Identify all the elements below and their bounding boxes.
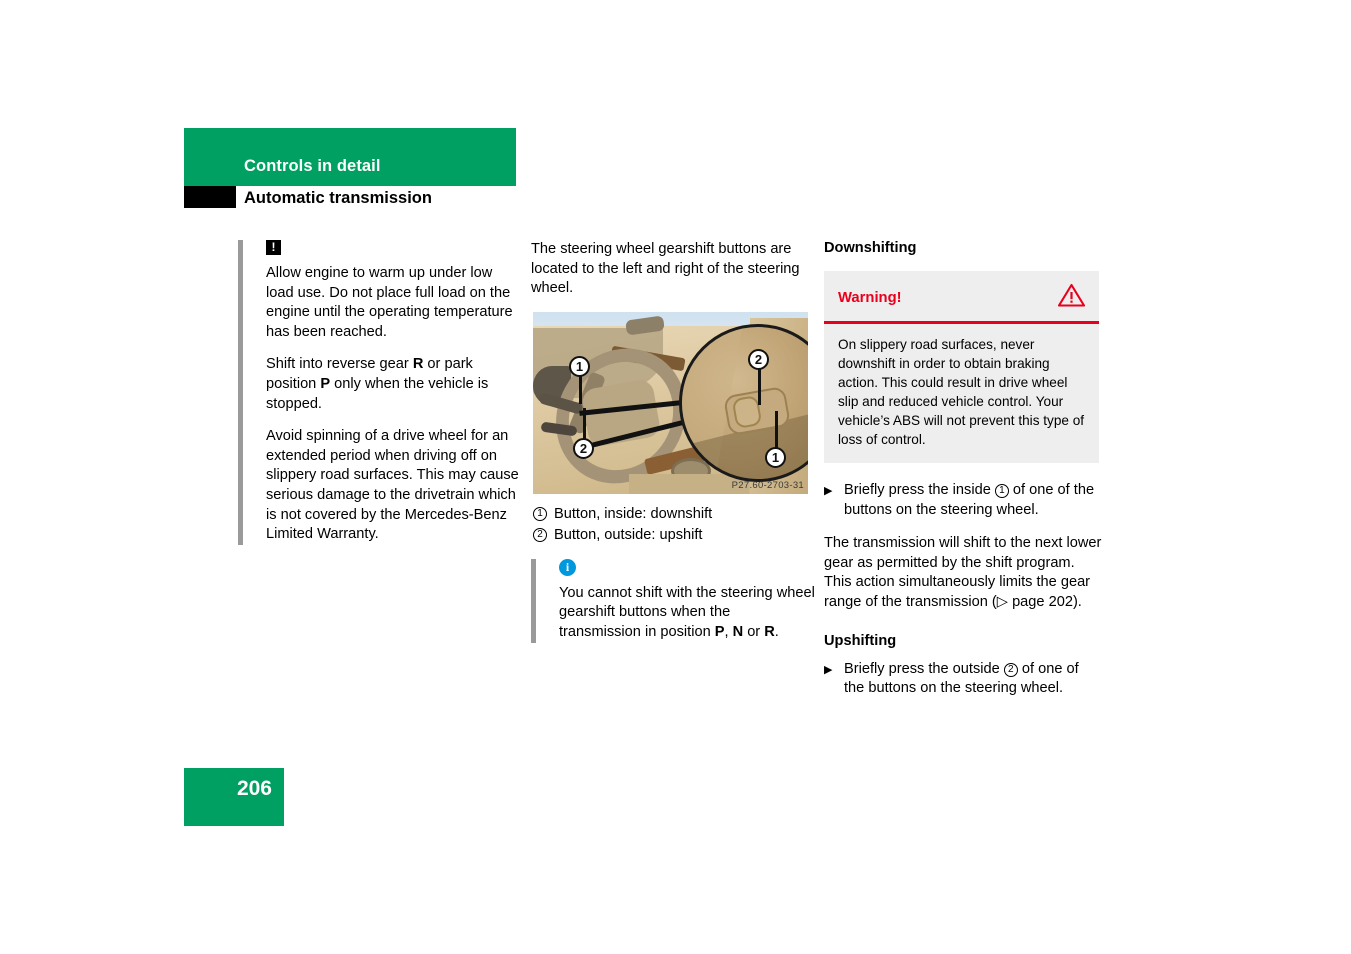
- section-marker-block: [184, 186, 236, 208]
- upshift-step-number-2-icon: 2: [1003, 662, 1018, 677]
- legend-label-1: Button, inside: downshift: [554, 505, 713, 522]
- upshift-step-part1: Briefly press the outside: [844, 660, 1004, 677]
- right-column: Downshifting Warning! On slippery road s…: [824, 240, 1102, 713]
- info-circle-icon: i: [559, 558, 576, 576]
- warning-box: Warning! On slippery road surfaces, neve…: [824, 271, 1099, 463]
- downshift-description: The transmission will shift to the next …: [824, 534, 1102, 612]
- attention-paragraph-2: Avoid spinning of a drive wheel for an e…: [266, 428, 519, 543]
- chapter-title: Controls in detail: [244, 157, 381, 175]
- downshift-step-item: ▶ Briefly press the inside 1 of one of t…: [824, 481, 1102, 520]
- info-sep2: or: [743, 623, 765, 640]
- warning-title: Warning!: [838, 289, 902, 306]
- left-column: ! Allow engine to warm up under low load…: [238, 240, 520, 545]
- legend-label-2: Button, outside: upshift: [554, 526, 703, 543]
- info-text-end: .: [774, 623, 779, 640]
- downshift-desc-part2: page 202).: [1008, 593, 1082, 610]
- shift-text-part1: Shift into reverse gear: [266, 356, 413, 373]
- attention-paragraph-shift: Shift into reverse gear R or park positi…: [266, 355, 520, 414]
- figure-callout-2: 2: [573, 437, 594, 459]
- figure-callout-line-1: [579, 375, 582, 404]
- inset-callout-2: 2: [748, 348, 769, 370]
- attention-note-box: ! Allow engine to warm up under low load…: [238, 240, 520, 545]
- section-title: Automatic transmission: [244, 189, 432, 207]
- downshift-step-text: Briefly press the inside 1 of one of the…: [844, 481, 1102, 520]
- page-number-block: 206: [184, 768, 284, 826]
- upshifting-heading: Upshifting: [824, 632, 897, 649]
- figure-legend: 1 Button, inside: downshift 2 Button, ou…: [533, 504, 816, 545]
- downshifting-heading: Downshifting: [824, 240, 917, 256]
- inset-callout-line-2: [758, 368, 761, 405]
- legend-item: 2 Button, outside: upshift: [533, 525, 816, 545]
- figure-callout-line-2: [583, 407, 586, 440]
- inset-callout-line-1: [775, 410, 778, 451]
- chapter-header-bar: Controls in detail: [184, 128, 516, 186]
- info-sep1: ,: [724, 623, 733, 640]
- page-reference-arrow-icon: ▷: [996, 593, 1009, 610]
- position-r-bold: R: [764, 623, 775, 640]
- bullet-arrow-icon: ▶: [824, 663, 833, 676]
- info-note-text: You cannot shift with the steering wheel…: [559, 584, 816, 643]
- manual-page: Controls in detail Automatic transmissio…: [0, 0, 1351, 954]
- attention-paragraph-1: Allow engine to warm up under low load u…: [266, 265, 513, 340]
- intro-paragraph: The steering wheel gearshift buttons are…: [531, 241, 800, 297]
- downshift-step-number-1-icon: 1: [994, 484, 1009, 498]
- warning-body: On slippery road surfaces, never downshi…: [838, 337, 1085, 447]
- gear-p-bold: P: [320, 375, 331, 392]
- legend-item: 1 Button, inside: downshift: [533, 504, 816, 524]
- legend-number-2-icon: 2: [533, 527, 547, 542]
- middle-column: The steering wheel gearshift buttons are…: [531, 240, 816, 643]
- page-number: 206: [236, 777, 272, 800]
- upshift-step-text: Briefly press the outside 2 of one of th…: [844, 660, 1102, 699]
- info-note-box: i You cannot shift with the steering whe…: [531, 558, 816, 643]
- warning-triangle-icon: [1057, 283, 1086, 312]
- figure-reference-code: P27.60-2703-31: [731, 479, 804, 491]
- position-n-bold: N: [732, 623, 744, 640]
- warning-box-header: Warning!: [824, 271, 1099, 324]
- figure-magnified-inset: 2 1: [679, 323, 808, 482]
- figure-callout-1: 1: [569, 355, 590, 377]
- upshift-step-item: ▶ Briefly press the outside 2 of one of …: [824, 660, 1102, 699]
- attention-exclamation-icon: !: [266, 240, 281, 255]
- steering-wheel-figure: 2 1 1 2 P27.60-2703-31: [533, 311, 808, 494]
- inset-callout-1: 1: [765, 446, 786, 468]
- bullet-arrow-icon: ▶: [824, 485, 833, 497]
- legend-number-1-icon: 1: [533, 506, 547, 521]
- downshift-step-part1: Briefly press the inside: [844, 482, 995, 498]
- gear-r-bold: R: [412, 356, 424, 373]
